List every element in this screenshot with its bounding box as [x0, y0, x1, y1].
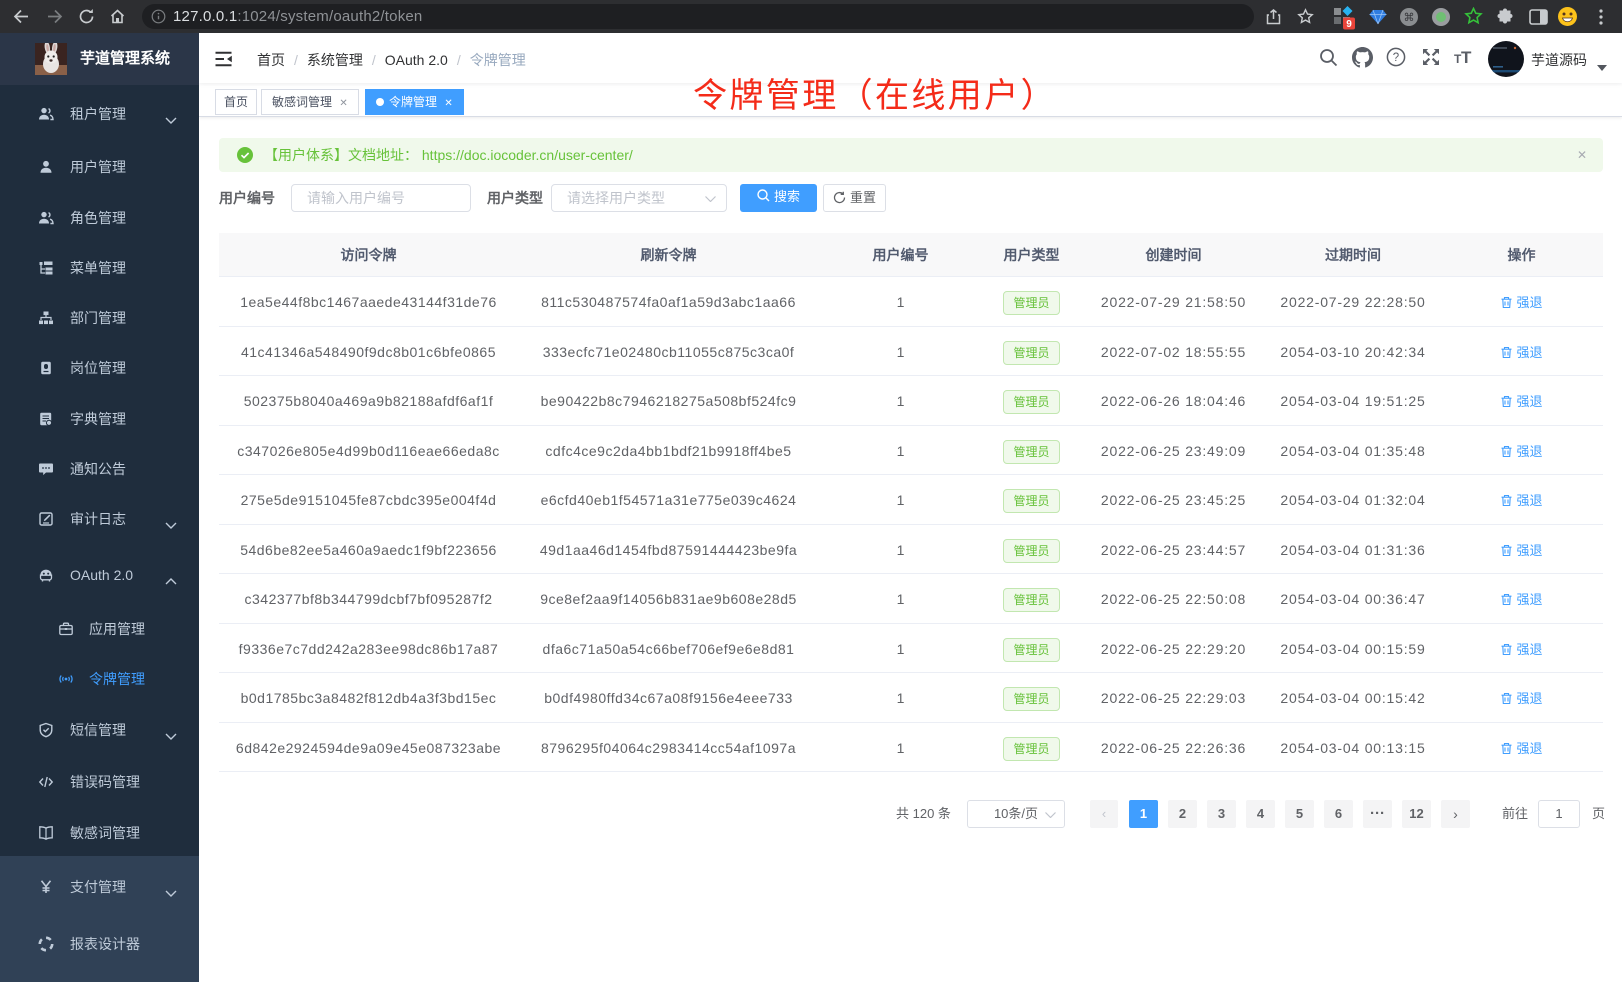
- svg-text:⌘: ⌘: [1404, 12, 1415, 24]
- svg-text:T: T: [1461, 48, 1472, 67]
- svg-text:9: 9: [1346, 19, 1352, 30]
- svg-text:?: ?: [1393, 52, 1399, 64]
